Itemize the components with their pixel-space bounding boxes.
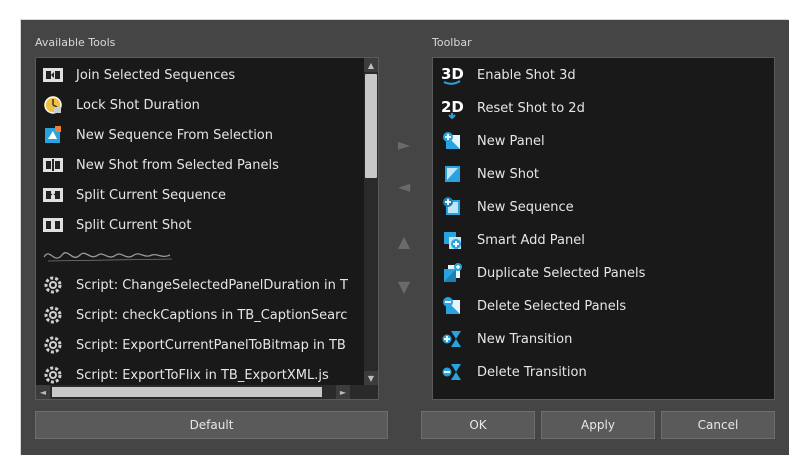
list-item[interactable]: New Shot from Selected Panels [36,150,279,180]
list-item[interactable]: New Panel [433,126,545,156]
list-item[interactable]: New Sequence From Selection [36,120,273,150]
customize-toolbar-dialog: Available Tools Toolbar Join Selected Se… [21,20,789,455]
list-item-label: New Shot from Selected Panels [76,157,279,173]
list-item[interactable]: New Sequence [433,192,574,222]
list-item[interactable]: New Transition [433,324,572,354]
list-item-label: Enable Shot 3d [477,67,576,83]
split-shot-icon [42,214,64,236]
list-item[interactable]: Lock Shot Duration [36,90,200,120]
list-item-label: Delete Selected Panels [477,298,627,314]
cancel-button[interactable]: Cancel [661,411,775,439]
new-sequence-from-selection-icon [42,124,64,146]
list-item-label: Reset Shot to 2d [477,100,585,116]
scrollbar-thumb[interactable] [365,74,377,178]
scroll-down-icon[interactable]: ▼ [364,371,378,385]
delete-transition-icon [439,361,465,383]
list-item-label: Delete Transition [477,364,587,380]
list-item[interactable]: Join Selected Sequences [36,60,235,90]
list-item-label: Duplicate Selected Panels [477,265,646,281]
scroll-up-icon[interactable]: ▲ [364,58,378,72]
list-item[interactable]: Script: ChangeSelectedPanelDuration in T [36,270,348,300]
new-panel-icon [439,130,465,152]
gear-icon [42,364,64,386]
scrollbar-thumb[interactable] [52,387,322,397]
lock-shot-duration-icon [42,94,64,116]
list-item-label: Script: ChangeSelectedPanelDuration in T [76,277,348,293]
join-sequences-icon [42,64,64,86]
scroll-right-icon[interactable]: ► [336,385,350,399]
available-tools-caption: Available Tools [35,36,116,49]
list-item[interactable]: Delete Selected Panels [433,291,626,321]
2d-icon: 2D [439,97,465,119]
default-button[interactable]: Default [35,411,388,439]
horizontal-scrollbar[interactable]: ◄ ► [36,385,378,399]
list-item-separator[interactable] [36,240,182,270]
list-item[interactable]: Script: checkCaptions in TB_CaptionSearc [36,300,347,330]
new-transition-icon [439,328,465,350]
move-up-button[interactable]: ▲ [394,232,414,251]
svg-text:3D: 3D [441,65,464,83]
move-down-button[interactable]: ▼ [394,277,414,296]
list-item-label: Script: checkCaptions in TB_CaptionSearc [76,307,348,323]
list-item[interactable]: Delete Transition [433,357,587,387]
list-item[interactable]: Script: ExportCurrentPanelToBitmap in TB [36,330,346,360]
gear-icon [42,304,64,326]
toolbar-list[interactable]: 3D Enable Shot 3d 2D Reset Shot to 2d Ne… [432,57,775,400]
list-item-label: Split Current Shot [76,217,192,233]
list-item-label: New Sequence [477,199,574,215]
remove-from-toolbar-button[interactable]: ◄ [394,177,414,196]
add-to-toolbar-button[interactable]: ► [394,135,414,154]
list-item-label: New Panel [477,133,545,149]
new-shot-from-panels-icon [42,154,64,176]
list-item[interactable]: 2D Reset Shot to 2d [433,93,585,123]
list-item[interactable]: Smart Add Panel [433,225,585,255]
list-item-label: New Sequence From Selection [76,127,273,143]
list-item-label: Script: ExportCurrentPanelToBitmap in TB [76,337,346,353]
new-sequence-icon [439,196,465,218]
split-sequence-icon [42,184,64,206]
list-item-label: Script: ExportToFlix in TB_ExportXML.js [76,367,329,383]
available-tools-list[interactable]: Join Selected Sequences Lock Shot Durati… [35,57,379,400]
list-item[interactable]: Duplicate Selected Panels [433,258,645,288]
list-item[interactable]: New Shot [433,159,539,189]
toolbar-caption: Toolbar [432,36,472,49]
3d-icon: 3D [439,64,465,86]
list-item-label: Split Current Sequence [76,187,227,203]
new-shot-icon [439,163,465,185]
gear-icon [42,334,64,356]
scroll-left-icon[interactable]: ◄ [36,385,50,399]
separator-squiggle-icon [42,244,182,266]
list-item-label: New Shot [477,166,540,182]
list-item[interactable]: Split Current Sequence [36,180,226,210]
list-item-label: Lock Shot Duration [76,97,200,113]
smart-add-panel-icon [439,229,465,251]
duplicate-panels-icon [439,262,465,284]
gear-icon [42,274,64,296]
list-item-label: Smart Add Panel [477,232,585,248]
list-item[interactable]: 3D Enable Shot 3d [433,60,576,90]
list-item[interactable]: Split Current Shot [36,210,191,240]
delete-panels-icon [439,295,465,317]
apply-button[interactable]: Apply [541,411,655,439]
ok-button[interactable]: OK [421,411,535,439]
vertical-scrollbar[interactable]: ▲ ▼ [364,58,378,385]
list-item-label: Join Selected Sequences [76,67,236,83]
list-item-label: New Transition [477,331,573,347]
